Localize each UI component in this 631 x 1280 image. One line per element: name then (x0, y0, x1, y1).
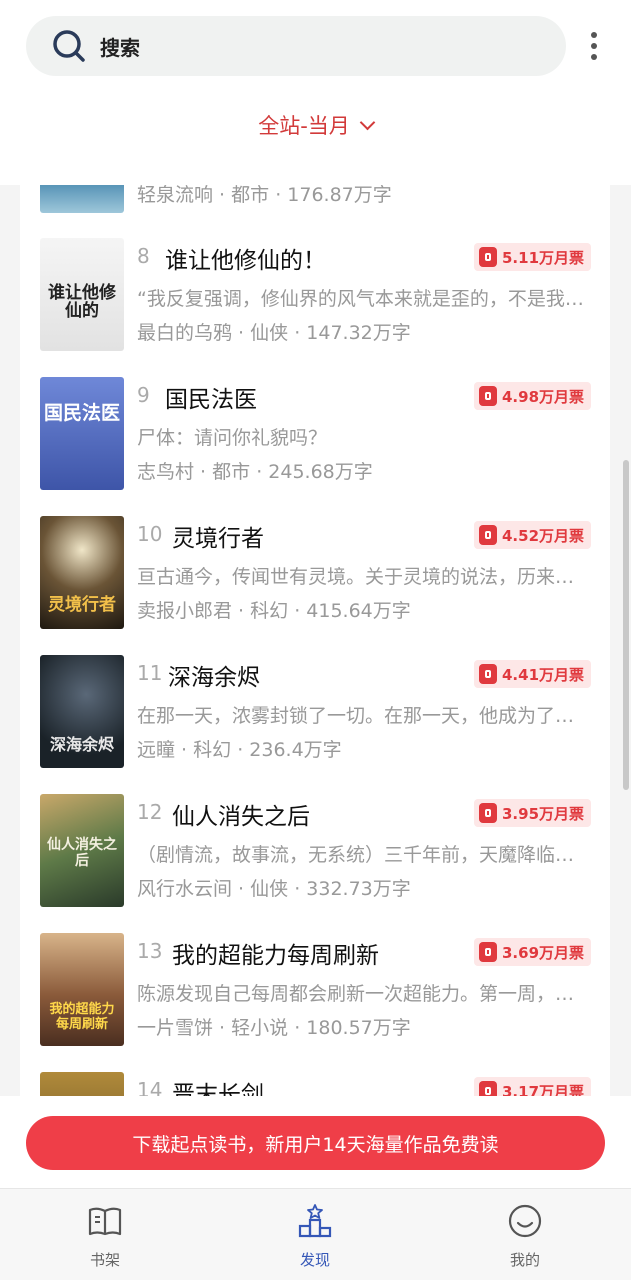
rank-number: 11 (137, 661, 163, 685)
monthly-ticket-badge: 3.95万月票 (474, 799, 592, 827)
book-title: 灵境行者 (172, 526, 264, 552)
ranking-list: 轻泉流响 · 都市 · 176.87万字 谁让他修仙的 8 谁让他修仙的！ 5.… (20, 100, 610, 1100)
search-bar[interactable]: 搜索 (26, 16, 566, 76)
download-promo-button[interactable]: 下载起点读书，新用户14天海量作品免费读 (26, 1116, 605, 1170)
book-meta: 风行水云间 · 仙侠 · 332.73万字 (137, 878, 411, 900)
smile-icon (508, 1204, 542, 1238)
book-meta: 最白的乌鸦 · 仙侠 · 147.32万字 (137, 322, 411, 344)
cover-title: 我的超能力每周刷新 (49, 1002, 115, 1032)
rank-number: 9 (137, 383, 150, 407)
ticket-icon (479, 803, 497, 823)
book-cover: 谁让他修仙的 (40, 238, 124, 351)
ticket-icon (479, 386, 497, 406)
cover-title: 灵境行者 (48, 595, 116, 616)
book-cover: 深海余烬 (40, 655, 124, 768)
book-desc: “我反复强调，修仙界的风气本来就是歪的，不是我带歪的！” (137, 288, 592, 310)
ticket-icon (479, 664, 497, 684)
monthly-ticket-badge: 4.98万月票 (474, 382, 592, 410)
top-header: 搜索 全站-当月 (0, 0, 631, 185)
book-desc: 亘古通今，传闻世有灵境。关于灵境的说法，历来众说纷纭。 (137, 566, 592, 588)
nav-item-profile[interactable]: 我的 (465, 1189, 585, 1280)
promo-area: 下载起点读书，新用户14天海量作品免费读 (0, 1096, 631, 1188)
ticket-icon (479, 247, 497, 267)
search-icon (53, 30, 85, 62)
rank-number: 13 (137, 939, 163, 963)
book-desc: 尸体：请问你礼貌吗？ (137, 427, 328, 449)
rank-number: 10 (137, 522, 163, 546)
book-title: 深海余烬 (168, 665, 260, 691)
book-cover: 我的超能力每周刷新 (40, 933, 124, 1046)
book-row[interactable]: 谁让他修仙的 8 谁让他修仙的！ 5.11万月票 “我反复强调，修仙界的风气本来… (20, 238, 610, 358)
ranking-filter-dropdown[interactable]: 全站-当月 (0, 110, 631, 140)
ticket-icon (479, 942, 497, 962)
nav-label: 我的 (509, 1251, 540, 1269)
cover-title: 谁让他修仙的 (48, 282, 116, 322)
book-desc: 陈源发现自己每周都会刷新一次超能力。第一周，他获得了超能力。 (137, 983, 592, 1005)
rank-number: 8 (137, 244, 150, 268)
book-meta: 志鸟村 · 都市 · 245.68万字 (137, 461, 373, 483)
book-row[interactable]: 国民法医 9 国民法医 4.98万月票 尸体：请问你礼貌吗？ 志鸟村 · 都市 … (20, 377, 610, 497)
ticket-icon (479, 525, 497, 545)
scrollbar[interactable] (623, 460, 629, 790)
rank-number: 12 (137, 800, 163, 824)
monthly-ticket-badge: 4.52万月票 (474, 521, 592, 549)
book-meta: 卖报小郎君 · 科幻 · 415.64万字 (137, 600, 411, 622)
cover-title: 仙人消失之后 (47, 837, 117, 869)
book-row[interactable]: 深海余烬 11 深海余烬 4.41万月票 在那一天，浓雾封锁了一切。在那一天，他… (20, 655, 610, 775)
nav-item-discover[interactable]: 发现 (255, 1189, 375, 1280)
book-row[interactable]: 我的超能力每周刷新 13 我的超能力每周刷新 3.69万月票 陈源发现自己每周都… (20, 933, 610, 1053)
cover-title: 深海余烬 (49, 735, 114, 755)
book-title: 我的超能力每周刷新 (172, 943, 379, 969)
bottom-nav: 书架 发现 我的 (0, 1188, 631, 1280)
nav-label: 书架 (89, 1251, 120, 1269)
discover-icon (298, 1204, 332, 1238)
cover-title: 国民法医 (44, 402, 121, 425)
book-meta: 远瞳 · 科幻 · 236.4万字 (137, 739, 342, 761)
book-cover: 灵境行者 (40, 516, 124, 629)
book-meta: 一片雪饼 · 轻小说 · 180.57万字 (137, 1017, 411, 1039)
more-menu-icon[interactable] (582, 28, 606, 64)
filter-label: 全站-当月 (258, 114, 350, 138)
nav-item-bookshelf[interactable]: 书架 (45, 1189, 165, 1280)
monthly-ticket-badge: 3.69万月票 (474, 938, 592, 966)
book-row[interactable]: 仙人消失之后 12 仙人消失之后 3.95万月票 （剧情流，故事流，无系统）三千… (20, 794, 610, 914)
book-title: 国民法医 (165, 387, 257, 413)
monthly-ticket-badge: 5.11万月票 (474, 243, 592, 271)
book-icon (88, 1207, 122, 1236)
search-placeholder: 搜索 (100, 35, 140, 60)
book-row[interactable]: 灵境行者 10 灵境行者 4.52万月票 亘古通今，传闻世有灵境。关于灵境的说法… (20, 516, 610, 636)
book-title: 仙人消失之后 (172, 804, 310, 830)
book-title: 谁让他修仙的！ (165, 248, 326, 274)
book-cover: 国民法医 (40, 377, 124, 490)
book-desc: 在那一天，浓雾封锁了一切。在那一天，他成为了一艘船的船长。 (137, 705, 592, 727)
chevron-down-icon (359, 114, 376, 131)
book-cover: 仙人消失之后 (40, 794, 124, 907)
monthly-ticket-badge: 4.41万月票 (474, 660, 592, 688)
nav-label: 发现 (299, 1251, 330, 1269)
book-desc: （剧情流，故事流，无系统）三千年前，天魔降临人间。 (137, 844, 592, 866)
